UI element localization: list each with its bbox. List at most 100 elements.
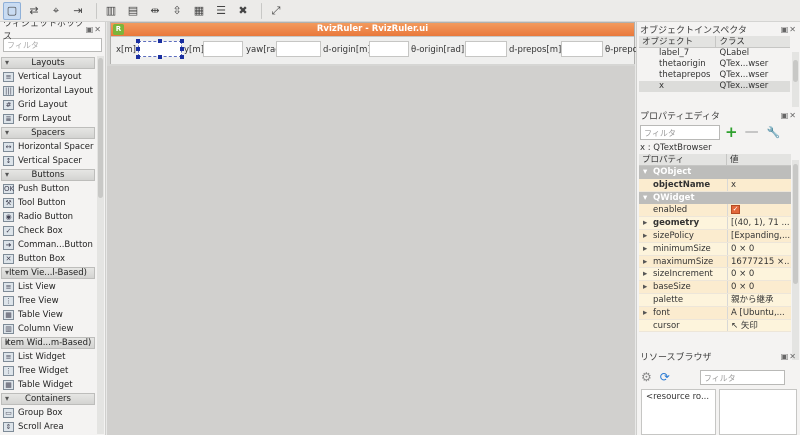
widget-item[interactable]: ≣ Form Layout: [0, 112, 96, 126]
widget-item[interactable]: # Grid Layout: [0, 98, 96, 112]
property-value[interactable]: 0 × 0: [727, 268, 790, 281]
property-value[interactable]: 0 × 0: [727, 281, 790, 293]
widget-category[interactable]: Spacers: [1, 127, 95, 139]
widget-item[interactable]: ▭ Group Box: [0, 406, 96, 420]
widget-item[interactable]: ≡ Vertical Layout: [0, 70, 96, 84]
inspector-row[interactable]: label_7 QLabel: [639, 48, 790, 59]
property-row[interactable]: QObject: [639, 166, 791, 179]
widget-category[interactable]: Containers: [1, 393, 95, 405]
edit-signals-button[interactable]: ⇄: [25, 2, 43, 20]
text-browser[interactable]: [203, 41, 243, 57]
widget-item[interactable]: ▦ Table Widget: [0, 378, 96, 392]
property-row[interactable]: enabled ✓: [639, 204, 791, 218]
edit-resources-gear-icon[interactable]: ⚙: [641, 370, 652, 384]
add-dynamic-property-icon[interactable]: +: [725, 124, 738, 140]
layout-horizontal-button[interactable]: ▥: [102, 2, 120, 20]
reload-icon[interactable]: ⟳: [660, 370, 670, 384]
widget-item[interactable]: ↔ Horizontal Spacer: [0, 140, 96, 154]
widget-item[interactable]: ⋮ Tree Widget: [0, 364, 96, 378]
property-value[interactable]: [(40, 1), 71 ...: [727, 217, 790, 229]
widget-category[interactable]: Item Wid...m-Based): [1, 337, 95, 349]
selection-handle[interactable]: [136, 47, 140, 51]
layout-vertical-splitter-button[interactable]: ⇳: [168, 2, 186, 20]
widget-item[interactable]: ≡ List Widget: [0, 350, 96, 364]
widget-item[interactable]: ⋮ Tree View: [0, 294, 96, 308]
widget-item[interactable]: ➜ Comman...Button: [0, 238, 96, 252]
resource-tree[interactable]: <resource ro...: [641, 389, 716, 435]
widget-item[interactable]: ≡ List View: [0, 280, 96, 294]
remove-property-icon[interactable]: —: [745, 124, 759, 140]
checkbox-checked-icon[interactable]: ✓: [731, 205, 740, 215]
form-window[interactable]: R RvizRuler - RvizRuler.ui x[m] y[m] yaw[r…: [110, 22, 638, 64]
widget-category[interactable]: Item Vie...l-Based): [1, 267, 95, 279]
text-browser[interactable]: [561, 41, 603, 57]
adjust-size-button[interactable]: ⤢: [267, 2, 285, 20]
configure-wrench-icon[interactable]: 🔧: [767, 126, 781, 139]
selection-handle[interactable]: [180, 39, 184, 43]
scrollbar-thumb[interactable]: [793, 60, 798, 82]
widget-item[interactable]: ▥ Column View: [0, 322, 96, 336]
resource-filter-input[interactable]: フィルタ: [699, 369, 785, 385]
layout-horizontal-splitter-button[interactable]: ⇹: [146, 2, 164, 20]
column-class[interactable]: クラス: [716, 36, 790, 47]
property-value[interactable]: ✓: [727, 204, 790, 217]
selection-handle[interactable]: [136, 39, 140, 43]
resource-file-list[interactable]: [719, 389, 797, 435]
widget-item[interactable]: ▦ Table View: [0, 308, 96, 322]
layout-form-button[interactable]: ☰: [212, 2, 230, 20]
break-layout-button[interactable]: ✖: [234, 2, 252, 20]
inspector-row[interactable]: thetaprepos QTex...wser: [639, 70, 790, 81]
property-value[interactable]: ↖ 矢印: [727, 319, 790, 332]
panel-float-close-icon[interactable]: ▣✕: [781, 25, 797, 34]
inspector-scrollbar[interactable]: [792, 52, 799, 107]
widget-item[interactable]: ||| Horizontal Layout: [0, 84, 96, 98]
property-row[interactable]: sizeIncrement0 × 0: [639, 268, 791, 282]
widget-box-scrollbar[interactable]: [97, 56, 104, 434]
property-value[interactable]: 親から継承: [727, 293, 790, 306]
widget-item[interactable]: ✕ Button Box: [0, 252, 96, 266]
scrollbar-thumb[interactable]: [98, 58, 103, 198]
property-scrollbar[interactable]: [792, 160, 799, 360]
column-object[interactable]: オブジェクト: [639, 36, 717, 47]
inspector-row[interactable]: thetaorigin QTex...wser: [639, 59, 790, 70]
resource-root-item[interactable]: <resource ro...: [646, 392, 709, 402]
panel-float-close-icon[interactable]: ▣✕: [781, 111, 797, 120]
property-filter-input[interactable]: フィルタ: [640, 124, 720, 140]
selection-handle[interactable]: [158, 39, 162, 43]
edit-tab-order-button[interactable]: ⇥: [69, 2, 87, 20]
text-browser[interactable]: [276, 41, 321, 57]
property-row[interactable]: fontA [Ubuntu,...: [639, 306, 791, 320]
edit-buddies-button[interactable]: ⌖: [47, 2, 65, 20]
column-value[interactable]: 値: [727, 154, 791, 165]
property-row[interactable]: palette 親から継承: [639, 293, 791, 307]
property-row[interactable]: objectName x: [639, 178, 791, 192]
layout-grid-button[interactable]: ▦: [190, 2, 208, 20]
property-row[interactable]: sizePolicy[Expanding,...: [639, 229, 791, 243]
widget-item[interactable]: ↕ Vertical Spacer: [0, 154, 96, 168]
panel-float-close-icon[interactable]: ▣✕: [86, 25, 102, 34]
selection-handle[interactable]: [136, 55, 140, 59]
widget-category[interactable]: Buttons: [1, 169, 95, 181]
widget-category[interactable]: Layouts: [1, 57, 95, 69]
property-value[interactable]: [Expanding,...: [727, 229, 790, 242]
property-row[interactable]: minimumSize0 × 0: [639, 242, 791, 256]
layout-vertical-button[interactable]: ▤: [124, 2, 142, 20]
property-value[interactable]: 16777215 ×...: [727, 255, 790, 268]
property-row[interactable]: QWidget: [639, 191, 791, 205]
scrollbar-thumb[interactable]: [793, 164, 798, 284]
text-browser[interactable]: [465, 41, 507, 57]
inspector-row[interactable]: x QTex...wser: [639, 81, 790, 92]
widget-item[interactable]: ◉ Radio Button: [0, 210, 96, 224]
property-value[interactable]: 0 × 0: [727, 242, 790, 255]
widget-item[interactable]: ✓ Check Box: [0, 224, 96, 238]
property-value[interactable]: A [Ubuntu,...: [727, 306, 790, 319]
property-row[interactable]: baseSize0 × 0: [639, 281, 791, 294]
property-row[interactable]: maximumSize16777215 ×...: [639, 255, 791, 269]
property-row[interactable]: geometry[(40, 1), 71 ...: [639, 217, 791, 230]
widget-item[interactable]: OK Push Button: [0, 182, 96, 196]
selection-handle[interactable]: [180, 55, 184, 59]
property-row[interactable]: cursor ↖ 矢印: [639, 319, 791, 333]
panel-float-close-icon[interactable]: ▣✕: [781, 352, 797, 361]
selection-handle[interactable]: [158, 55, 162, 59]
widget-item[interactable]: ⇕ Scroll Area: [0, 420, 96, 434]
